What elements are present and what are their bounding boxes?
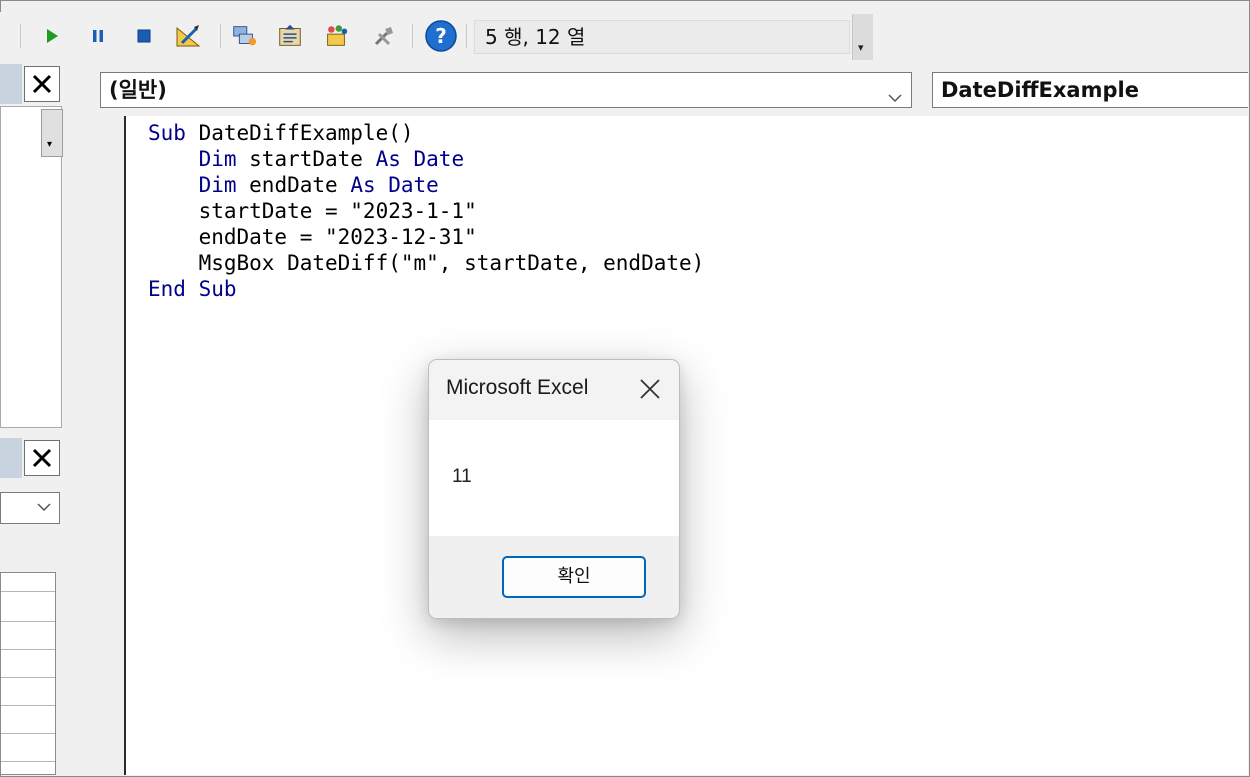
code-keyword: Dim [198,147,250,171]
standard-toolbar: ? 5 행, 12 열 ▾ [0,12,873,62]
code-line[interactable]: Dim endDate As Date [148,172,704,198]
code-token: endDate = "2023-12-31" [148,225,477,249]
code-keyword: Sub [148,121,199,145]
code-line[interactable]: MsgBox DateDiff("m", startDate, endDate) [148,250,705,276]
chevron-down-icon: ▾ [858,41,864,54]
code-keyword: End Sub [148,277,237,301]
ok-button[interactable]: 확인 [502,556,646,598]
code-margin-indicator-bar[interactable] [82,116,126,775]
chevron-down-icon [887,82,903,116]
object-combo[interactable]: (일반) [100,72,912,108]
msgbox-footer: 확인 [429,536,679,618]
chevron-down-icon: ▾ [47,139,53,150]
stop-icon[interactable] [130,22,158,50]
project-tree[interactable]: ▾ [0,106,63,428]
project-panel-scroll[interactable]: ▾ [41,109,63,157]
code-token: endDate [249,173,351,197]
svg-text:?: ? [435,24,447,48]
code-line[interactable]: Sub DateDiffExample() [148,120,704,146]
toolbar-separator [220,24,221,48]
msgbox-dialog: Microsoft Excel 11 확인 [428,359,680,619]
code-window-header: (일반) DateDiffExample [80,62,1248,116]
object-browser-icon[interactable] [322,22,350,50]
msgbox-titlebar: Microsoft Excel [429,360,679,420]
procedure-combo-value: DateDiffExample [941,78,1139,102]
design-mode-icon[interactable] [174,22,202,50]
pause-icon[interactable] [84,22,112,50]
code-token: DateDiffExample() [198,121,414,145]
procedure-combo[interactable]: DateDiffExample [932,72,1248,108]
code-line[interactable]: End Sub [148,276,704,302]
toolbox-icon[interactable] [370,22,398,50]
code-line[interactable]: Dim startDate As Date [148,146,704,172]
toolbar-options-grip[interactable]: ▾ [852,14,873,60]
code-keyword: Dim [198,173,250,197]
run-icon[interactable] [38,22,66,50]
close-icon [32,74,52,94]
toolbar-separator [412,24,413,48]
code-line[interactable]: endDate = "2023-12-31" [148,224,704,250]
chevron-down-icon [37,499,51,518]
properties-icon[interactable] [276,22,304,50]
properties-panel-close-button[interactable] [24,440,60,476]
code-line[interactable]: startDate = "2023-1-1" [148,198,704,224]
properties-grid[interactable] [0,572,56,775]
code-keyword: As Date [350,173,439,197]
msgbox-message: 11 [452,466,472,487]
cursor-position-status: 5 행, 12 열 [474,20,850,54]
project-panel-close-button[interactable] [24,66,60,102]
msgbox-title: Microsoft Excel [446,376,589,399]
close-icon [32,448,52,468]
toolbar-separator [466,24,467,48]
code-token: startDate = "2023-1-1" [148,199,477,223]
code-token: MsgBox DateDiff("m", startDate, endDate) [148,251,705,275]
code-keyword: As Date [375,147,465,171]
project-explorer-icon[interactable] [230,22,258,50]
project-panel-header [0,64,80,104]
code-token: startDate [249,147,376,171]
left-panels: ▾ [0,62,80,775]
toolbar-separator [20,24,21,48]
properties-panel-header [0,438,80,478]
properties-object-select[interactable] [0,492,60,524]
code-text[interactable]: Sub DateDiffExample() Dim startDate As D… [148,120,704,302]
help-icon[interactable]: ? [424,19,458,53]
close-icon [640,379,660,399]
msgbox-close-button[interactable] [635,374,665,404]
object-combo-value: (일반) [109,78,167,102]
